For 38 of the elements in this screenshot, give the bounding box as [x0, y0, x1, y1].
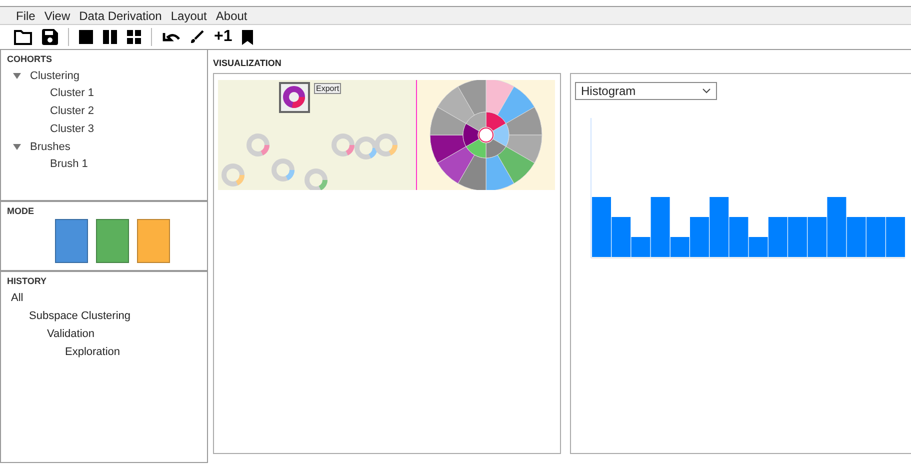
grid-layout-icon[interactable]	[127, 30, 141, 44]
history-item[interactable]: Exploration	[65, 343, 201, 361]
mode-swatch[interactable]	[137, 219, 170, 263]
bookmark-icon[interactable]	[242, 30, 254, 44]
undo-icon[interactable]	[162, 31, 180, 43]
brush-icon[interactable]	[190, 30, 204, 44]
tree-item[interactable]: Brush 1	[7, 155, 201, 173]
panel-title: HISTORY	[7, 276, 48, 286]
mode-swatch[interactable]	[96, 219, 129, 263]
history-item[interactable]: All	[11, 289, 201, 307]
history-item[interactable]: Subspace Clustering	[29, 307, 201, 325]
mode-swatch[interactable]	[55, 219, 88, 263]
folder-icon[interactable]	[14, 30, 32, 44]
chevron-down-icon	[702, 88, 711, 94]
menu-item[interactable]: File	[16, 8, 36, 22]
history-item[interactable]: Validation	[47, 325, 201, 343]
panel-title: VISUALIZATION	[213, 57, 282, 70]
panel-title: MODE	[7, 206, 35, 216]
chart-type-select[interactable]: Histogram	[575, 82, 717, 100]
histogram-bar	[866, 217, 886, 257]
menu-item[interactable]: Data Derivation	[79, 8, 162, 22]
histogram-bar	[886, 217, 905, 257]
export-button[interactable]: Export	[314, 83, 342, 94]
tree-item[interactable]: Cluster 1	[7, 84, 201, 102]
columns-layout-icon[interactable]	[103, 30, 117, 44]
panel-title: COHORTS	[7, 54, 53, 64]
tree-item[interactable]: Cluster 2	[7, 102, 201, 120]
histogram-bar	[788, 217, 807, 257]
expand-arrow-icon[interactable]	[13, 144, 21, 150]
save-icon[interactable]	[42, 29, 58, 45]
expand-arrow-icon[interactable]	[13, 72, 21, 78]
menu-item[interactable]: Layout	[170, 8, 207, 22]
increment-button[interactable]: +1	[214, 28, 232, 46]
menu-item[interactable]: View	[44, 8, 70, 22]
tree-item[interactable]: Clustering	[30, 70, 80, 82]
menu-item[interactable]: About	[216, 8, 248, 22]
tree-item[interactable]: Cluster 3	[7, 120, 201, 138]
tree-item[interactable]: Brushes	[30, 140, 70, 152]
